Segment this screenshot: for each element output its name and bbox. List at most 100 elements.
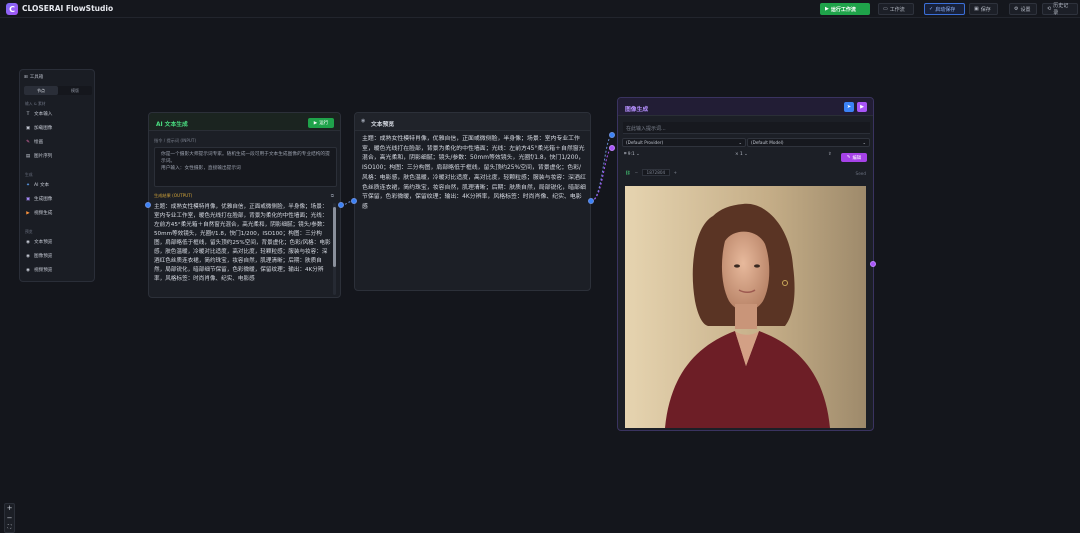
tool-paint[interactable]: ✎ 绘画 (25, 139, 44, 146)
edit-label: 编辑 (852, 155, 862, 161)
run-label: 运行 (319, 121, 329, 126)
provider-value: (Default Provider) (626, 140, 664, 145)
tab-templates[interactable]: 模版 (58, 86, 92, 95)
chevron-down-icon: ⌄ (738, 140, 742, 145)
eye-icon: ◉ (26, 253, 30, 259)
tool-ai-text[interactable]: ✦ AI 文本 (25, 182, 50, 189)
ai-node-input-port[interactable] (145, 202, 151, 208)
sparkle-icon: ✦ (26, 182, 30, 188)
tool-video-preview[interactable]: ◉ 视频预览 (25, 267, 53, 274)
toolbox-tabs: 节点 模版 (24, 86, 92, 95)
tool-label: AI 文本 (34, 183, 50, 188)
preview-input-port[interactable] (351, 198, 357, 204)
seed-row: ⛓ − 1872804 + (625, 169, 678, 176)
tool-image-sequence[interactable]: ▤ 图片序列 (25, 153, 53, 160)
zoom-in-button[interactable]: + (5, 504, 14, 514)
output-scrollbar[interactable] (333, 203, 336, 295)
eye-icon: ◉ (361, 118, 366, 124)
node-header: ◉ 文本预览 (355, 113, 590, 131)
preview-text: 主题：成熟女性模特肖像，优雅自信，正面或微侧脸，半身像；场景：室内专业工作室，暖… (362, 136, 586, 211)
link-icon[interactable]: ⛓ (625, 170, 630, 175)
plus-icon[interactable]: + (674, 170, 678, 175)
zoom-controls: + − ⛶ (4, 503, 15, 533)
generated-image[interactable] (625, 186, 866, 428)
output-text: 主题：成熟女性模特肖像，优雅自信，正面或微侧脸，半身像；场景：室内专业工作室，暖… (154, 204, 331, 282)
seed-label: Seed (855, 171, 866, 176)
image-ref-port[interactable] (609, 145, 615, 151)
toolbox-icon: ⊞ (24, 74, 28, 80)
scrollbar-thumb[interactable] (333, 207, 336, 267)
play-icon[interactable]: ▶ (857, 102, 867, 112)
send-icon[interactable]: ➤ (844, 102, 854, 112)
section-label-generate: 生成 (25, 172, 33, 177)
tool-label: 视频预览 (34, 268, 53, 273)
fit-view-button[interactable]: ⛶ (5, 523, 14, 533)
count-select[interactable]: × 1 ⌄ (735, 152, 748, 162)
image-gen-node[interactable]: 图像生成 ➤ ▶ 在此输入提示词... (Default Provider) ⌄… (617, 97, 874, 431)
video-icon: ▶ (26, 210, 30, 216)
tool-text-preview[interactable]: ◉ 文本预览 (25, 239, 53, 246)
chevron-down-icon: ⌄ (744, 152, 748, 157)
section-label-preview: 预览 (25, 229, 33, 234)
portrait-graphic (625, 186, 866, 428)
prompt-input[interactable]: 在此输入提示词... (623, 122, 870, 134)
node-title: 文本预览 (371, 122, 395, 128)
pencil-icon: ✎ (846, 155, 851, 160)
tool-load-image[interactable]: ▣ 加载图像 (25, 125, 53, 132)
brush-icon: ✎ (26, 139, 30, 145)
tool-label: 视频生成 (34, 211, 53, 216)
upload-icon[interactable]: ⇪ (828, 152, 832, 162)
text-icon: T (26, 111, 30, 117)
chevron-down-icon: ⌄ (636, 152, 640, 157)
copy-icon[interactable]: ⧉ (331, 193, 334, 199)
tool-label: 生成图像 (34, 197, 53, 202)
image-output-port[interactable] (870, 261, 876, 267)
eye-icon: ◉ (26, 239, 30, 245)
model-select[interactable]: (Default Model) ⌄ (747, 138, 870, 147)
tool-image-preview[interactable]: ◉ 图像预览 (25, 253, 53, 260)
tool-video-gen[interactable]: ▶ 视频生成 (25, 210, 53, 217)
tab-nodes[interactable]: 节点 (24, 86, 58, 95)
text-preview-node[interactable]: ◉ 文本预览 主题：成熟女性模特肖像，优雅自信，正面或微侧脸，半身像；场景：室内… (354, 112, 591, 291)
tool-label: 图像预览 (34, 254, 53, 259)
ratio-value: 9:1 (627, 152, 635, 157)
preview-output-port[interactable] (588, 198, 594, 204)
chevron-down-icon: ⌄ (862, 140, 866, 145)
tool-generate-image[interactable]: ▣ 生成图像 (25, 196, 53, 203)
eye-icon: ◉ (26, 267, 30, 273)
toolbox-panel: ⊞ 工具箱 节点 模版 输入 & 素材 T 文本输入 ▣ 加载图像 ✎ 绘画 ▤ 图片序… (19, 69, 95, 282)
ai-text-node[interactable]: AI 文本生成 ▶ 运行 指令 / 提示词 (INPUT) 你是一个摄影大师提示… (148, 112, 341, 298)
provider-select[interactable]: (Default Provider) ⌄ (622, 138, 746, 147)
tool-label: 文本输入 (34, 112, 53, 117)
tool-label: 绘画 (34, 140, 44, 145)
node-header: 图像生成 ➤ ▶ (618, 98, 873, 116)
tool-label: 文本预览 (34, 240, 53, 245)
ratio-icon: ⌗ (624, 152, 627, 157)
ratio-select[interactable]: ⌗ 9:1 ⌄ (624, 152, 640, 162)
model-value: (Default Model) (751, 140, 784, 145)
zoom-out-button[interactable]: − (5, 514, 14, 524)
ai-node-output-port[interactable] (338, 202, 344, 208)
image-gen-icon: ▣ (25, 196, 31, 202)
node-title: AI 文本生成 (156, 122, 188, 128)
prompt-input[interactable]: 你是一个摄影大师提示词专家。随机生成一段可用于文本生成图像的专业结构的提示词。 … (154, 147, 337, 187)
image-icon: ▣ (25, 125, 31, 131)
tool-label: 加载图像 (34, 126, 53, 131)
minus-icon[interactable]: − (635, 170, 639, 175)
output-label: 生成结果 (OUTPUT) (154, 193, 193, 198)
edit-button[interactable]: ✎ 编辑 (841, 153, 867, 162)
section-label-input: 输入 & 素材 (25, 101, 46, 106)
node-run-button[interactable]: ▶ 运行 (308, 118, 334, 128)
count-value: × 1 (735, 152, 743, 157)
play-icon: ▶ (313, 120, 318, 126)
node-header: AI 文本生成 ▶ 运行 (149, 113, 340, 131)
image-prompt-port[interactable] (609, 132, 615, 138)
tool-label: 图片序列 (34, 154, 53, 159)
toolbox-header: ⊞ 工具箱 (24, 74, 44, 81)
seed-input[interactable]: 1872804 (641, 169, 671, 176)
sequence-icon: ▤ (25, 153, 31, 159)
input-label: 指令 / 提示词 (INPUT) (154, 138, 197, 143)
tool-text-input[interactable]: T 文本输入 (25, 111, 53, 118)
toolbox-title: 工具箱 (29, 75, 44, 80)
node-title: 图像生成 (625, 107, 649, 113)
